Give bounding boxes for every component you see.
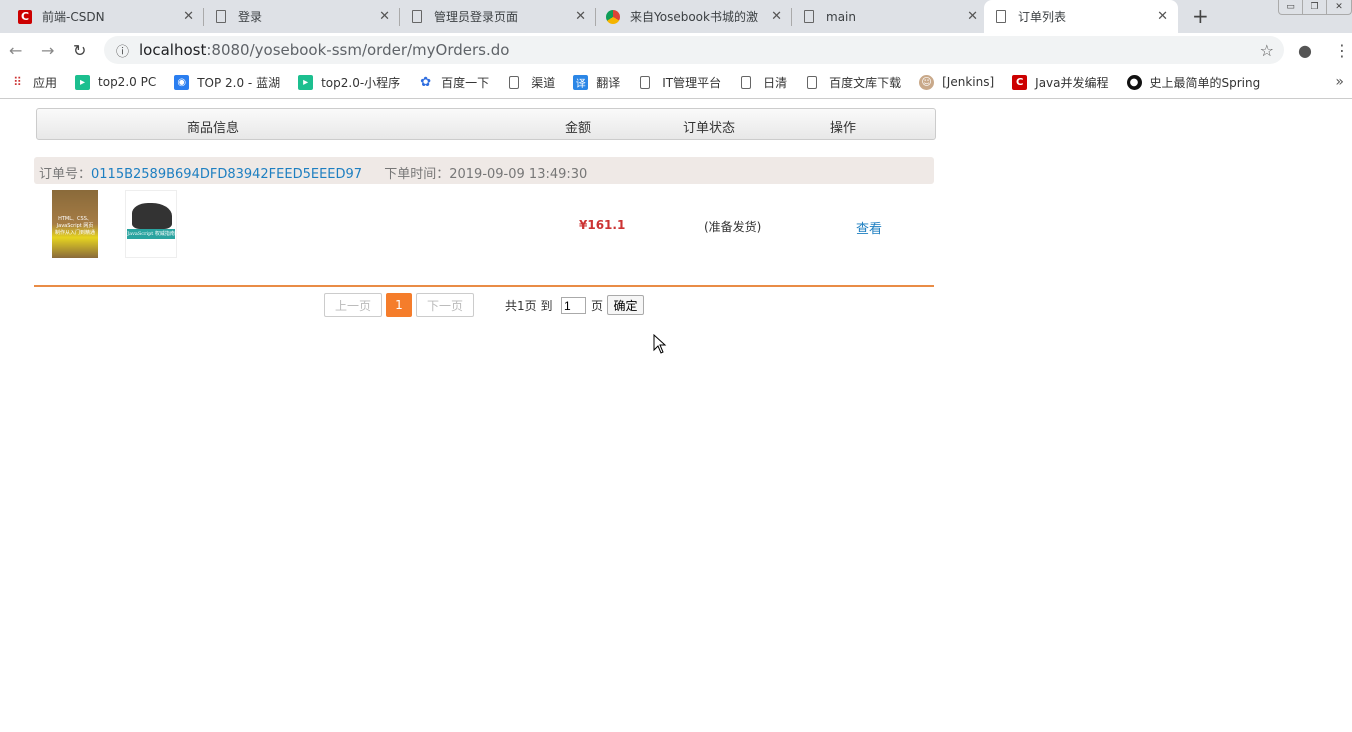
new-tab-button[interactable]: + [1192, 4, 1209, 28]
page-icon [741, 75, 752, 89]
page-number-input[interactable] [561, 297, 586, 314]
bookmark-item[interactable]: ☺ [Jenkins] [919, 74, 994, 90]
page-icon [509, 75, 520, 89]
tab-admin-login[interactable]: 管理员登录页面 ✕ [400, 0, 596, 33]
jenkins-icon: ☺ [919, 74, 935, 90]
profile-icon[interactable]: ● [1298, 41, 1312, 60]
bookmark-item[interactable]: ● 史上最简单的Spring [1126, 74, 1260, 91]
bookmark-apps[interactable]: ⠿ 应用 [10, 74, 57, 91]
page-unit-label: 页 [591, 299, 604, 313]
close-window-icon[interactable]: ✕ [1327, 0, 1351, 14]
header-product: 商品信息 [187, 121, 240, 136]
translate-icon: 译 [573, 74, 589, 90]
page-icon [216, 10, 226, 23]
order-number[interactable]: 0115B2589B694DFD83942FEED5EEED97 [91, 167, 362, 182]
close-tab-icon[interactable]: ✕ [967, 9, 978, 24]
page-1-button[interactable]: 1 [386, 293, 412, 317]
url-input[interactable]: ⓘ localhost:8080/yosebook-ssm/order/myOr… [104, 36, 1284, 64]
order-info-bar: 订单号：0115B2589B694DFD83942FEED5EEED97 下单时… [34, 157, 934, 184]
more-bookmarks-icon[interactable]: » [1335, 74, 1344, 90]
bookmark-item[interactable]: ▸ top2.0-小程序 [298, 74, 400, 91]
bookmark-item[interactable]: 译翻译 [573, 74, 620, 91]
order-status: (准备发货) [704, 220, 762, 234]
forward-icon[interactable]: → [41, 41, 54, 60]
bookmark-item[interactable]: ▸ top2.0 PC [75, 74, 156, 90]
page-icon [807, 75, 818, 89]
close-tab-icon[interactable]: ✕ [771, 9, 782, 24]
page-icon [996, 10, 1006, 23]
tab-login[interactable]: 登录 ✕ [204, 0, 400, 33]
csdn-icon: C [18, 9, 32, 24]
bookmark-item[interactable]: 百度文库下载 [805, 74, 901, 91]
minimize-icon[interactable]: ▭ [1279, 0, 1303, 14]
mouse-cursor-icon [653, 334, 667, 354]
view-order-link[interactable]: 查看 [856, 218, 882, 237]
order-price: ¥161.1 [579, 218, 626, 232]
header-status: 订单状态 [683, 121, 736, 136]
tab-csdn[interactable]: C 前端-CSDN ✕ [8, 0, 204, 33]
header-action: 操作 [830, 121, 857, 136]
tab-yosebook[interactable]: 来自Yosebook书城的激 ✕ [596, 0, 792, 33]
rhino-illustration [132, 203, 172, 229]
book-cover-javascript[interactable]: JavaScript 权威指南 [125, 190, 177, 258]
page-icon [804, 10, 814, 23]
next-page-button[interactable]: 下一页 [416, 293, 474, 317]
window-controls: ▭ ❐ ✕ [1278, 0, 1352, 15]
tab-main[interactable]: main ✕ [792, 0, 988, 33]
header-amount: 金额 [565, 121, 592, 136]
close-tab-icon[interactable]: ✕ [575, 9, 586, 24]
bookmark-item[interactable]: ✿ 百度一下 [418, 74, 489, 91]
bookmark-item[interactable]: C Java并发编程 [1012, 74, 1109, 91]
play-icon: ▸ [75, 74, 91, 90]
prev-page-button[interactable]: 上一页 [324, 293, 382, 317]
star-icon[interactable]: ☆ [1260, 41, 1274, 60]
divider [34, 285, 934, 287]
confirm-page-button[interactable]: 确定 [607, 295, 644, 315]
lanhu-icon: ◉ [174, 74, 190, 90]
order-time: 2019-09-09 13:49:30 [449, 167, 588, 182]
baidu-icon: ✿ [420, 74, 432, 90]
close-tab-icon[interactable]: ✕ [1157, 9, 1168, 24]
book-cover-title: HTML、CSS、JavaScript 网页制作从入门到精通 [55, 216, 96, 236]
total-pages-label: 共1页 到 [505, 299, 553, 313]
bookmark-item[interactable]: ◉ TOP 2.0 - 蓝湖 [174, 74, 280, 91]
book-cover-title: JavaScript 权威指南 [127, 229, 175, 239]
close-tab-icon[interactable]: ✕ [379, 9, 390, 24]
play-icon: ▸ [298, 74, 314, 90]
reload-icon[interactable]: ↻ [73, 41, 86, 60]
close-tab-icon[interactable]: ✕ [183, 9, 194, 24]
bookmarks-bar: ⠿ 应用 ▸ top2.0 PC ◉ TOP 2.0 - 蓝湖 ▸ top2.0-小程序… [0, 66, 1352, 99]
restore-icon[interactable]: ❐ [1303, 0, 1327, 14]
page-icon [640, 75, 651, 89]
orders-table-header: 商品信息 金额 订单状态 操作 [36, 108, 936, 140]
chrome-icon [606, 9, 620, 24]
tab-order-list[interactable]: 订单列表 ✕ [984, 0, 1178, 33]
book-cover-html-css[interactable]: HTML、CSS、JavaScript 网页制作从入门到精通 [52, 190, 98, 258]
apps-icon: ⠿ [13, 75, 22, 89]
csdn-icon: C [1012, 74, 1028, 90]
tab-bar: C 前端-CSDN ✕ 登录 ✕ 管理员登录页面 ✕ 来自Yosebook书城的激 ✕ m… [0, 0, 1352, 33]
back-icon[interactable]: ← [9, 41, 22, 60]
bookmark-item[interactable]: 渠道 [507, 74, 555, 91]
bookmark-item[interactable]: 日清 [739, 74, 787, 91]
page-icon [412, 10, 422, 23]
info-icon[interactable]: ⓘ [116, 41, 129, 60]
address-bar-row: ← → ↻ ⓘ localhost:8080/yosebook-ssm/orde… [0, 33, 1352, 66]
github-icon: ● [1126, 74, 1142, 90]
bookmark-item[interactable]: IT管理平台 [638, 74, 721, 91]
menu-icon[interactable]: ⋮ [1334, 41, 1350, 60]
